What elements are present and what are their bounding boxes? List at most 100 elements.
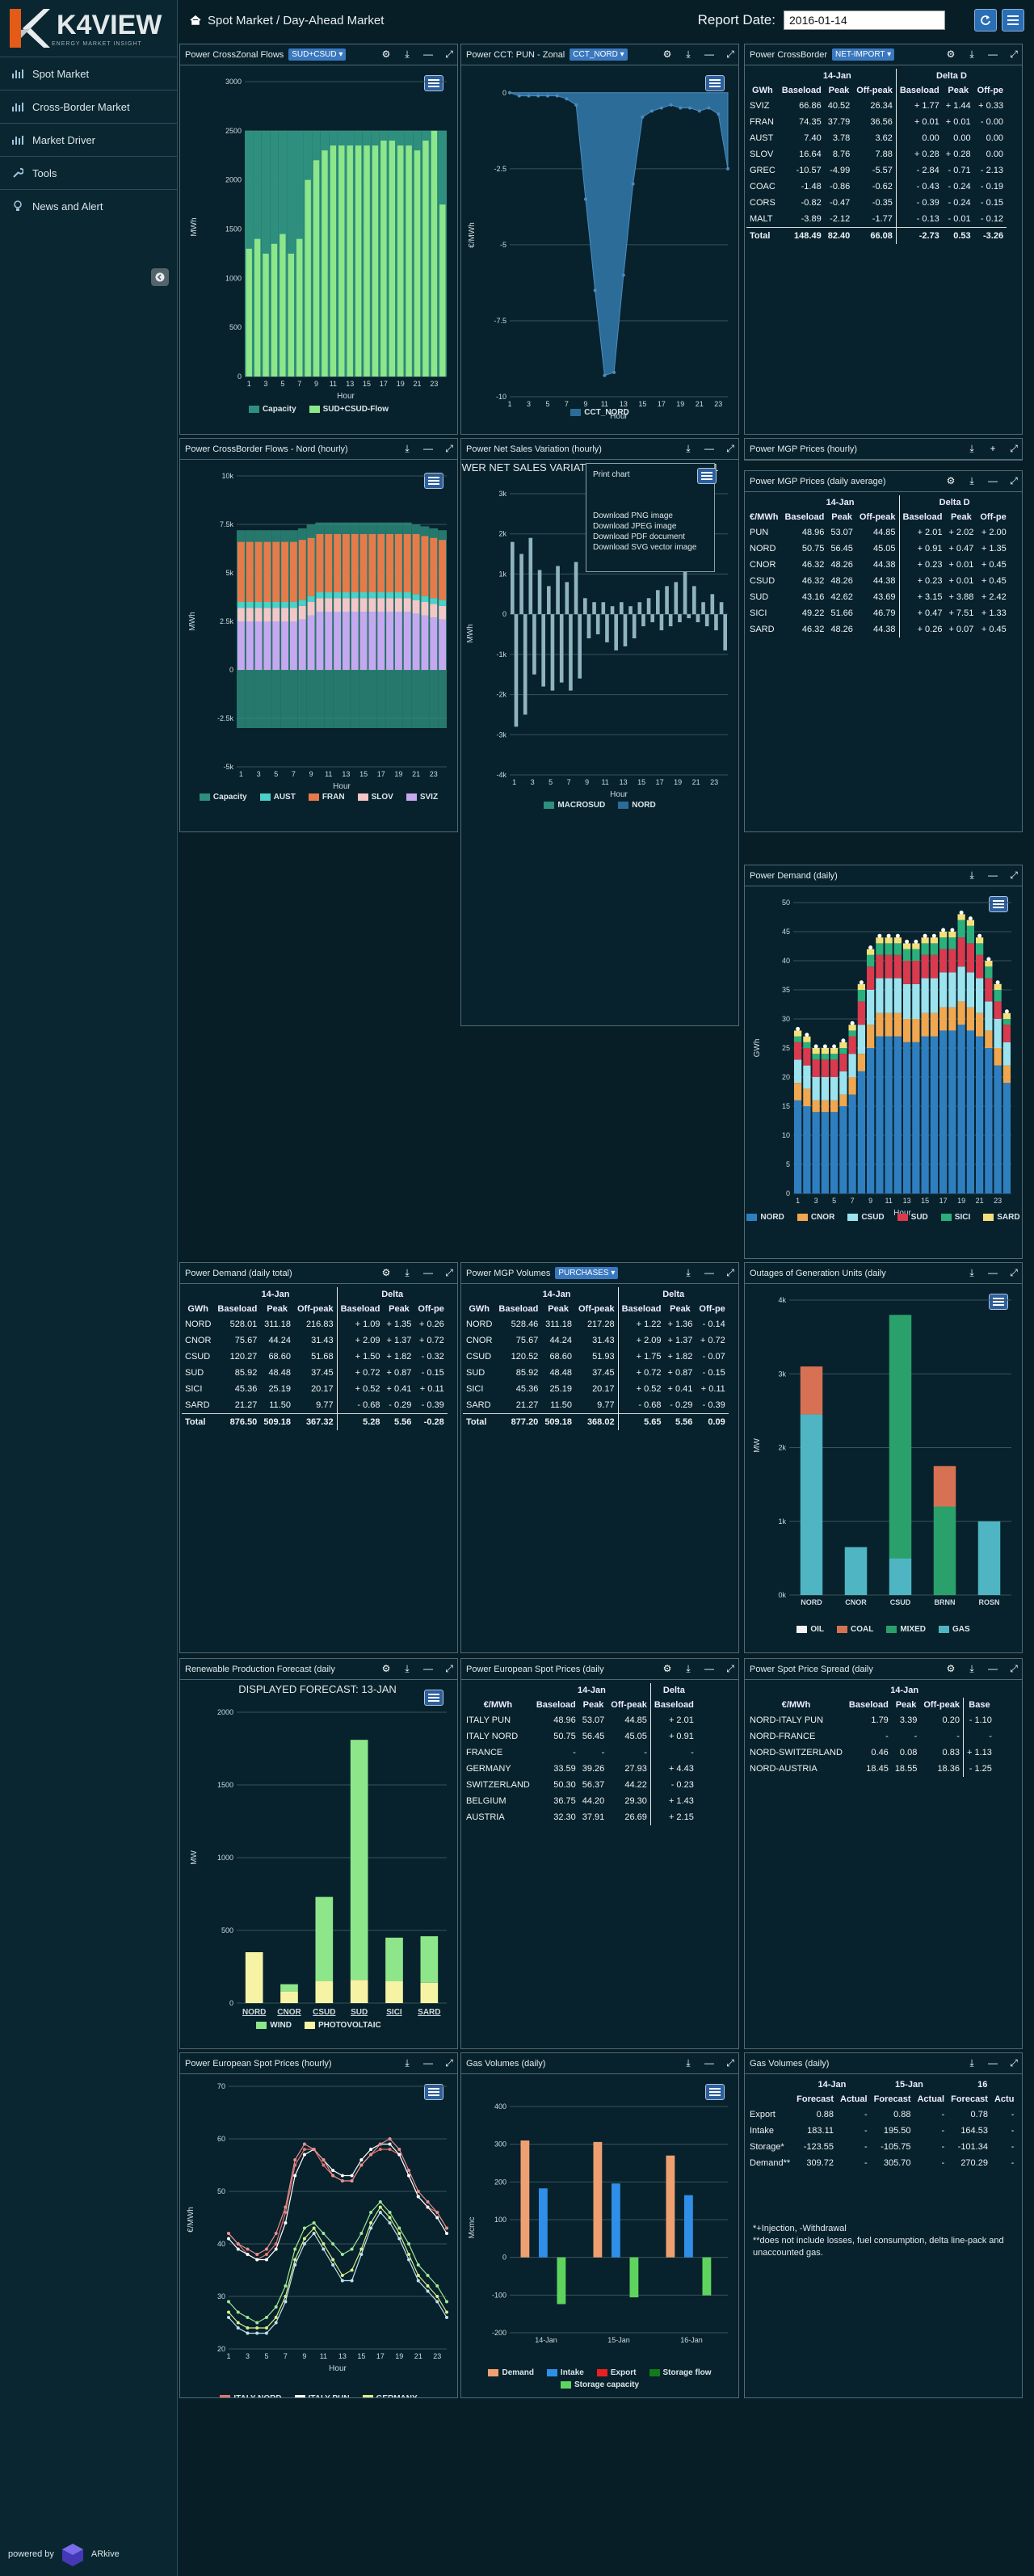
legend-item[interactable]: CNOR: [797, 1213, 834, 1222]
minimize-icon[interactable]: —: [704, 48, 714, 60]
expand-icon[interactable]: ⤢: [1009, 443, 1019, 454]
home-icon[interactable]: [190, 15, 201, 25]
minimize-icon[interactable]: —: [988, 869, 998, 881]
settings-icon[interactable]: ⚙: [381, 1267, 391, 1278]
legend-item[interactable]: MACROSUD: [544, 801, 605, 810]
report-date-input[interactable]: [784, 11, 945, 30]
nav-tools[interactable]: Tools: [0, 156, 177, 189]
nav-cross-border-market[interactable]: Cross-Border Market: [0, 90, 177, 123]
download-icon[interactable]: ⤓: [683, 1267, 693, 1278]
minimize-icon[interactable]: —: [423, 443, 433, 454]
legend-item[interactable]: GAS: [939, 1625, 970, 1634]
legend-item[interactable]: SICI: [940, 1213, 970, 1222]
download-icon[interactable]: ⤓: [683, 1663, 693, 1674]
expand-icon[interactable]: ⤢: [725, 2057, 735, 2069]
expand-icon[interactable]: ⤢: [444, 2057, 454, 2069]
minimize-icon[interactable]: —: [988, 475, 998, 486]
legend-item[interactable]: CCT_NORD: [570, 408, 629, 417]
minimize-icon[interactable]: —: [704, 2057, 714, 2069]
sidebar-collapse-button[interactable]: [151, 268, 169, 286]
menu-button[interactable]: [1002, 9, 1024, 32]
legend-item[interactable]: Capacity: [248, 405, 296, 414]
legend-item[interactable]: AUST: [259, 793, 296, 802]
expand-icon[interactable]: ⤢: [725, 48, 735, 60]
download-icon[interactable]: ⤓: [402, 48, 412, 60]
minimize-icon[interactable]: —: [423, 1663, 433, 1674]
minimize-icon[interactable]: —: [988, 48, 998, 60]
minimize-icon[interactable]: —: [423, 48, 433, 60]
logo[interactable]: K4VIEW ENERGY MARKET INSIGHT: [0, 0, 177, 57]
expand-icon[interactable]: ⤢: [1009, 475, 1019, 486]
legend-item[interactable]: Export: [596, 2368, 637, 2377]
context-menu-item[interactable]: Download PNG image: [593, 511, 708, 520]
legend-item[interactable]: Storage capacity: [560, 2380, 639, 2389]
download-icon[interactable]: ⤓: [402, 443, 412, 454]
expand-icon[interactable]: ⤢: [725, 443, 735, 454]
panel-dropdown[interactable]: CCT_NORD ▾: [570, 48, 628, 61]
settings-icon[interactable]: ⚙: [946, 1663, 956, 1674]
download-icon[interactable]: ⤓: [967, 2057, 977, 2069]
legend-item[interactable]: SVIZ: [406, 793, 438, 802]
minimize-icon[interactable]: —: [704, 443, 714, 454]
legend-item[interactable]: SUD+CSUD-Flow: [309, 405, 389, 414]
legend-item[interactable]: NORD: [618, 801, 656, 810]
minimize-icon[interactable]: —: [988, 1267, 998, 1278]
download-icon[interactable]: ⤓: [683, 443, 693, 454]
legend-item[interactable]: Storage flow: [649, 2368, 712, 2377]
settings-icon[interactable]: ⚙: [381, 48, 391, 60]
expand-icon[interactable]: ⤢: [725, 1663, 735, 1674]
expand-icon[interactable]: ⤢: [444, 48, 454, 60]
settings-icon[interactable]: ⚙: [662, 1663, 672, 1674]
legend-item[interactable]: Intake: [546, 2368, 584, 2377]
context-menu-item[interactable]: Download JPEG image: [593, 522, 708, 531]
context-menu-item[interactable]: Download SVG vector image: [593, 543, 708, 552]
expand-icon[interactable]: ⤢: [1009, 1663, 1019, 1674]
download-icon[interactable]: ⤓: [402, 1663, 412, 1674]
minimize-icon[interactable]: —: [423, 1267, 433, 1278]
panel-dropdown[interactable]: PURCHASES ▾: [555, 1267, 619, 1279]
settings-icon[interactable]: ⚙: [946, 48, 956, 60]
legend-item[interactable]: NORD: [746, 1213, 784, 1222]
minimize-icon[interactable]: —: [704, 1663, 714, 1674]
legend-item[interactable]: OIL: [797, 1625, 824, 1634]
legend-item[interactable]: COAL: [836, 1625, 873, 1634]
expand-icon[interactable]: ⤢: [444, 1267, 454, 1278]
legend-item[interactable]: GERMANY: [362, 2394, 418, 2397]
download-icon[interactable]: ⤓: [967, 1663, 977, 1674]
context-menu-item[interactable]: Print chart: [593, 470, 708, 479]
context-menu-item[interactable]: Download PDF document: [593, 532, 708, 541]
expand-icon[interactable]: ⤢: [1009, 1267, 1019, 1278]
expand-icon[interactable]: ⤢: [1009, 48, 1019, 60]
add-icon[interactable]: +: [988, 443, 998, 454]
panel-dropdown[interactable]: NET-IMPORT ▾: [831, 48, 895, 61]
download-icon[interactable]: ⤓: [967, 475, 977, 486]
nav-news-and-alert[interactable]: News and Alert: [0, 189, 177, 222]
legend-item[interactable]: Capacity: [199, 793, 247, 802]
download-icon[interactable]: ⤓: [967, 48, 977, 60]
minimize-icon[interactable]: —: [988, 1663, 998, 1674]
download-icon[interactable]: ⤓: [683, 48, 693, 60]
legend-item[interactable]: CSUD: [847, 1213, 885, 1222]
minimize-icon[interactable]: —: [704, 1267, 714, 1278]
nav-market-driver[interactable]: Market Driver: [0, 123, 177, 156]
download-icon[interactable]: ⤓: [967, 869, 977, 881]
download-icon[interactable]: ⤓: [402, 2057, 412, 2069]
download-icon[interactable]: ⤓: [402, 1267, 412, 1278]
expand-icon[interactable]: ⤢: [1009, 2057, 1019, 2069]
legend-item[interactable]: Demand: [488, 2368, 534, 2377]
legend-item[interactable]: ITALY NORD: [220, 2394, 282, 2397]
download-icon[interactable]: ⤓: [683, 2057, 693, 2069]
legend-item[interactable]: SLOV: [357, 793, 393, 802]
panel-dropdown[interactable]: SUD+CSUD ▾: [288, 48, 347, 61]
legend-item[interactable]: WIND: [256, 2021, 292, 2030]
legend-item[interactable]: SUD: [897, 1213, 928, 1222]
settings-icon[interactable]: ⚙: [662, 48, 672, 60]
expand-icon[interactable]: ⤢: [444, 443, 454, 454]
legend-item[interactable]: MIXED: [886, 1625, 926, 1634]
download-icon[interactable]: ⤓: [967, 443, 977, 454]
expand-icon[interactable]: ⤢: [1009, 869, 1019, 881]
expand-icon[interactable]: ⤢: [725, 1267, 735, 1278]
download-icon[interactable]: ⤓: [967, 1267, 977, 1278]
settings-icon[interactable]: ⚙: [381, 1663, 391, 1674]
legend-item[interactable]: ITALY PUN: [294, 2394, 350, 2397]
